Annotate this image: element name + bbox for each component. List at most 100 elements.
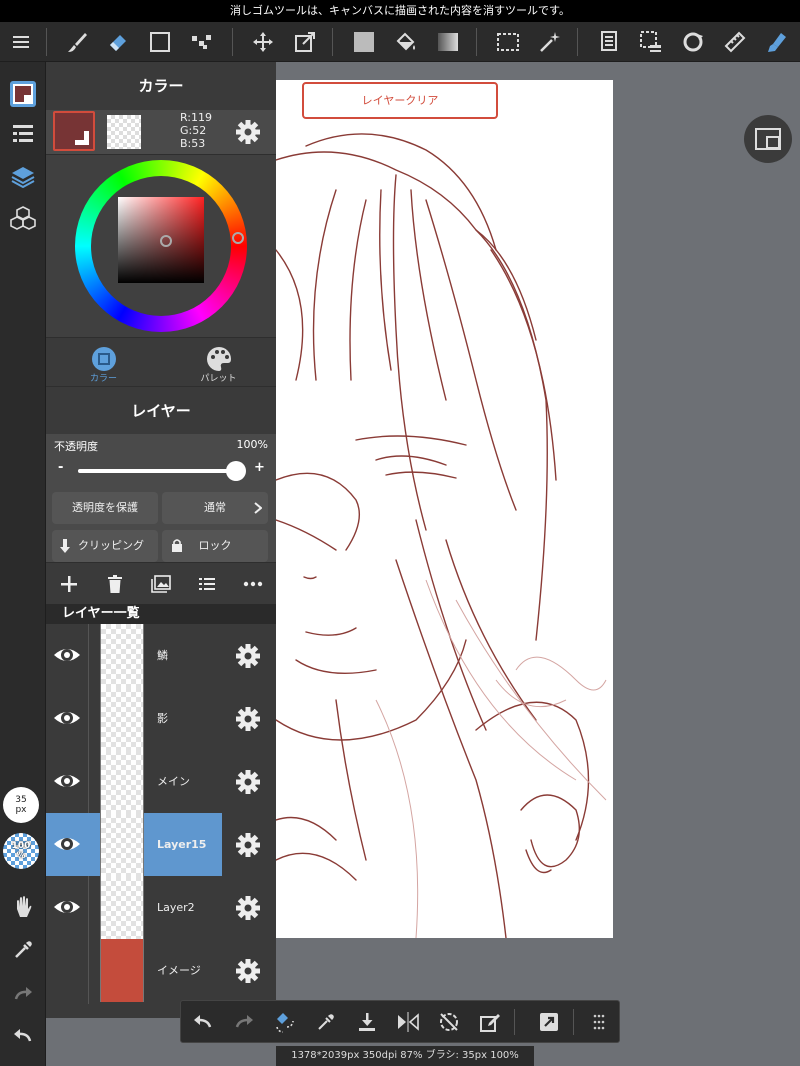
layer-row[interactable]: Layer2	[46, 876, 276, 939]
clear-layer-button[interactable]: レイヤークリア	[302, 82, 498, 119]
sv-cursor[interactable]	[160, 235, 172, 247]
dot-icon[interactable]	[185, 26, 219, 58]
menu-icon[interactable]	[4, 26, 38, 58]
selection-icon[interactable]	[491, 26, 525, 58]
ruler-icon[interactable]	[718, 26, 752, 58]
layer-row[interactable]: イメージ	[46, 939, 276, 1002]
redo-icon[interactable]	[4, 976, 42, 1012]
select-layer-icon[interactable]	[634, 26, 668, 58]
layer-stack-icon[interactable]	[592, 26, 626, 58]
tab-color[interactable]: カラー	[46, 338, 161, 386]
visibility-eye-icon[interactable]	[52, 642, 82, 668]
brush-opacity-indicator[interactable]: 100 %	[3, 833, 39, 869]
gradient-icon[interactable]	[431, 26, 465, 58]
clipping-button[interactable]: クリッピング	[52, 530, 158, 562]
brush-icon[interactable]	[60, 26, 94, 58]
transfer-eraser-icon[interactable]	[269, 1007, 301, 1037]
undo-icon[interactable]	[187, 1007, 219, 1037]
bottom-toolbar	[180, 1000, 620, 1043]
layer-list-menu-icon[interactable]	[194, 571, 220, 597]
side-panel: カラー R:119 G:52 B:53 カラー パレット レイヤー 不透明度 1…	[46, 62, 276, 1018]
layer-thumbnail	[100, 687, 144, 750]
rgb-g: G:52	[180, 124, 207, 137]
opacity-minus[interactable]: -	[58, 460, 63, 475]
add-layer-icon[interactable]	[56, 571, 82, 597]
hue-cursor[interactable]	[232, 232, 244, 244]
redo-icon[interactable]	[228, 1007, 260, 1037]
layer-row[interactable]: 鱗	[46, 624, 276, 687]
layer-settings-icon[interactable]	[235, 769, 261, 795]
blend-mode-button[interactable]: 通常	[162, 492, 268, 524]
eyedropper-icon[interactable]	[310, 1007, 342, 1037]
opacity-slider-track[interactable]	[78, 469, 236, 473]
move-icon[interactable]	[246, 26, 280, 58]
magic-wand-icon[interactable]	[533, 26, 567, 58]
layer-row[interactable]: メイン	[46, 750, 276, 813]
layer-list-title: レイヤー一覧	[46, 604, 276, 624]
opacity-slider-knob[interactable]	[226, 461, 246, 481]
brush-size-indicator[interactable]: 35 px	[3, 787, 39, 823]
share-icon[interactable]	[533, 1007, 565, 1037]
transform-icon[interactable]	[288, 26, 322, 58]
layer-settings-icon[interactable]	[235, 895, 261, 921]
layer-panel-title: レイヤー	[46, 386, 276, 434]
grip-icon[interactable]	[583, 1007, 615, 1037]
visibility-eye-icon[interactable]	[52, 831, 82, 857]
edit-canvas-icon[interactable]	[474, 1007, 506, 1037]
layer-settings-icon[interactable]	[235, 832, 261, 858]
visibility-eye-icon[interactable]	[52, 705, 82, 731]
layer-name: イメージ	[157, 964, 201, 977]
tab-palette[interactable]: パレット	[161, 338, 276, 386]
layer-actions	[46, 562, 276, 604]
visibility-eye-icon[interactable]	[52, 894, 82, 920]
layer-thumbnail	[100, 750, 144, 813]
tab-color-label: カラー	[89, 374, 117, 384]
layer-settings-icon[interactable]	[235, 706, 261, 732]
brush-size-value: 35	[15, 795, 27, 805]
delete-layer-icon[interactable]	[102, 571, 128, 597]
top-toolbar	[0, 22, 800, 62]
sub-color-swatch[interactable]	[107, 115, 141, 149]
layer-name: 鱗	[157, 649, 168, 662]
opacity-label: 不透明度	[54, 440, 98, 453]
left-rail	[0, 62, 46, 1066]
rgb-readout: R:119 G:52 B:53	[180, 111, 212, 150]
layer-row[interactable]: Layer15	[46, 813, 276, 876]
layers-icon[interactable]	[4, 158, 42, 194]
hand-icon[interactable]	[4, 890, 42, 926]
view-mode-button[interactable]	[744, 115, 792, 163]
color-settings-icon[interactable]	[235, 119, 261, 145]
opacity-plus[interactable]: +	[254, 460, 265, 475]
main-color-swatch[interactable]	[53, 111, 95, 151]
blend-mode-label: 通常	[204, 501, 226, 514]
rotate-reset-icon[interactable]	[433, 1007, 465, 1037]
bucket-icon[interactable]	[389, 26, 423, 58]
protect-alpha-button[interactable]: 透明度を保護	[52, 492, 158, 524]
undo-icon[interactable]	[4, 1018, 42, 1054]
more-options-icon[interactable]	[240, 571, 266, 597]
color-wheel-area[interactable]	[46, 154, 276, 338]
layer-row[interactable]: 影	[46, 687, 276, 750]
visibility-eye-icon[interactable]	[52, 768, 82, 794]
materials-icon[interactable]	[4, 200, 42, 236]
layer-settings-icon[interactable]	[235, 643, 261, 669]
rotate-icon[interactable]	[676, 26, 710, 58]
pen-icon[interactable]	[760, 26, 794, 58]
rectangle-icon[interactable]	[143, 26, 177, 58]
color-header: R:119 G:52 B:53	[46, 110, 276, 154]
fill-color-icon[interactable]	[347, 26, 381, 58]
eraser-icon[interactable]	[101, 26, 135, 58]
layer-list: 鱗影メイン Layer15 Layer2 イメージ	[46, 624, 276, 1004]
opacity-value: 100%	[236, 438, 268, 451]
drawing-canvas[interactable]	[276, 80, 613, 938]
eyedropper-icon[interactable]	[4, 932, 42, 968]
color-panel-title: カラー	[46, 62, 276, 110]
lock-button[interactable]: ロック	[162, 530, 268, 562]
canvas-info-bar: 1378*2039px 350dpi 87% ブラシ: 35px 100%	[276, 1046, 534, 1066]
color-swatch-button[interactable]	[4, 76, 42, 112]
layer-image-icon[interactable]	[148, 571, 174, 597]
flip-icon[interactable]	[392, 1007, 424, 1037]
layer-settings-icon[interactable]	[235, 958, 261, 984]
layer-list-icon[interactable]	[4, 116, 42, 152]
save-icon[interactable]	[351, 1007, 383, 1037]
